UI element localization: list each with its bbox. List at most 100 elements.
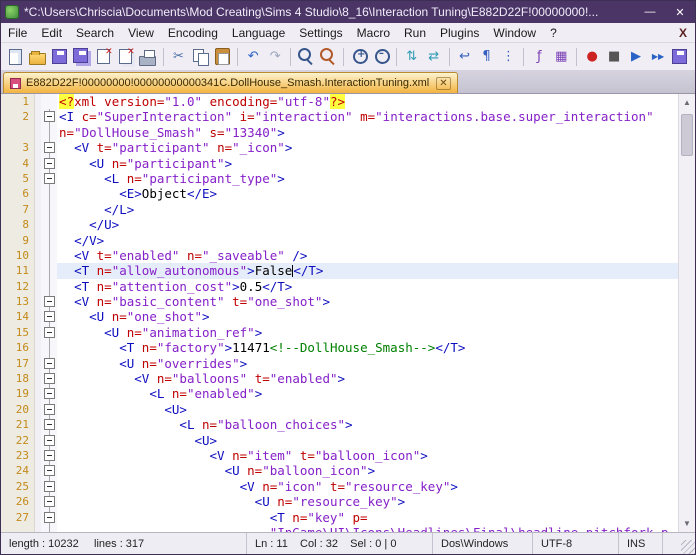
fold-toggle[interactable] [41,417,57,432]
menu-edit[interactable]: Edit [34,24,69,42]
code-line[interactable]: 3 <V t="participant" n="_icon"> [1,140,678,155]
code-line[interactable]: 12 <T n="attention_cost">0.5</T> [1,279,678,294]
code-line[interactable]: "InGame\UI\Icons\Headlines\Final\headlin… [1,525,678,532]
redo-icon[interactable]: ↷ [265,47,285,67]
fold-collapse-icon[interactable] [44,496,55,507]
code-line[interactable]: 17 <U n="overrides"> [1,356,678,371]
code-line[interactable]: 13 <V n="basic_content" t="one_shot"> [1,294,678,309]
fold-collapse-icon[interactable] [44,158,55,169]
zoom-out-icon[interactable] [371,47,391,67]
fold-collapse-icon[interactable] [44,512,55,523]
menu-file[interactable]: File [1,24,34,42]
paste-icon[interactable] [212,47,232,67]
resize-grip[interactable] [663,533,695,554]
fold-collapse-icon[interactable] [44,465,55,476]
save-macro-icon[interactable] [670,47,690,67]
tab-document[interactable]: E882D22F!00000000!00000000000341C.DollHo… [3,72,458,93]
fold-collapse-icon[interactable] [44,404,55,415]
fold-collapse-icon[interactable] [44,419,55,430]
cut-icon[interactable]: ✂ [169,47,189,67]
code-line[interactable]: 25 <V n="icon" t="resource_key"> [1,479,678,494]
vertical-scrollbar[interactable]: ▲ ▼ [678,94,695,532]
menu-plugins[interactable]: Plugins [433,24,486,42]
undo-icon[interactable]: ↶ [243,47,263,67]
code-line[interactable]: 23 <V n="item" t="balloon_icon"> [1,448,678,463]
fold-collapse-icon[interactable] [44,450,55,461]
fold-collapse-icon[interactable] [44,111,55,122]
save-all-icon[interactable] [72,47,92,67]
fold-collapse-icon[interactable] [44,435,55,446]
show-all-chars-icon[interactable]: ¶ [477,47,497,67]
code-line[interactable]: 11 <T n="allow_autonomous">False</T> [1,263,678,278]
fold-toggle[interactable] [41,325,57,340]
fold-toggle[interactable] [41,371,57,386]
code-line[interactable]: 14 <U n="one_shot"> [1,309,678,324]
play-macro-icon[interactable]: ▶ [626,47,646,67]
code-line[interactable]: 19 <L n="enabled"> [1,386,678,401]
fold-toggle[interactable] [41,140,57,155]
code-line[interactable]: 18 <V n="balloons" t="enabled"> [1,371,678,386]
code-line[interactable]: 27 <T n="key" p= [1,510,678,525]
code-line[interactable]: 20 <U> [1,402,678,417]
fold-collapse-icon[interactable] [44,388,55,399]
fold-toggle[interactable] [41,494,57,509]
minimize-button[interactable]: — [635,1,665,23]
indent-guide-icon[interactable]: ⋮ [498,47,518,67]
fold-toggle[interactable] [41,510,57,525]
menu-macro[interactable]: Macro [350,24,397,42]
code-line[interactable]: 10 <V t="enabled" n="_saveable" /> [1,248,678,263]
code-line[interactable]: 4 <U n="participant"> [1,156,678,171]
code-line[interactable]: 9 </V> [1,233,678,248]
scrollbar-down-arrow-icon[interactable]: ▼ [679,515,695,532]
code-line[interactable]: 24 <U n="balloon_icon"> [1,463,678,478]
fold-collapse-icon[interactable] [44,311,55,322]
menu-encoding[interactable]: Encoding [161,24,225,42]
fold-toggle[interactable] [41,294,57,309]
copy-icon[interactable] [190,47,210,67]
fold-toggle[interactable] [41,463,57,478]
fold-toggle[interactable] [41,109,57,124]
fold-toggle[interactable] [41,448,57,463]
code-line[interactable]: 22 <U> [1,433,678,448]
find-icon[interactable] [296,47,316,67]
open-folder-icon[interactable] [28,47,48,67]
print-icon[interactable] [138,47,158,67]
editor-area[interactable]: 1<?xml version="1.0" encoding="utf-8"?>2… [1,94,695,532]
code-line[interactable]: 8 </U> [1,217,678,232]
fold-toggle[interactable] [41,402,57,417]
zoom-in-icon[interactable] [349,47,369,67]
fold-toggle[interactable] [41,171,57,186]
fold-toggle[interactable] [41,479,57,494]
code-line[interactable]: 21 <L n="balloon_choices"> [1,417,678,432]
sync-horizontal-icon[interactable]: ⇄ [424,47,444,67]
menu-search[interactable]: Search [69,24,121,42]
fold-toggle[interactable] [41,386,57,401]
record-macro-icon[interactable]: ● [582,47,602,67]
sync-vertical-icon[interactable]: ⇅ [402,47,422,67]
menu-settings[interactable]: Settings [292,24,349,42]
scrollbar-thumb[interactable] [681,114,693,156]
scrollbar-track[interactable] [679,111,695,515]
code-line[interactable]: 2<I c="SuperInteraction" i="interaction"… [1,109,678,124]
stop-macro-icon[interactable]: ■ [604,47,624,67]
fold-collapse-icon[interactable] [44,142,55,153]
fold-collapse-icon[interactable] [44,481,55,492]
menu-close-document-button[interactable]: X [679,26,687,40]
close-button[interactable]: ✕ [665,1,695,23]
fold-collapse-icon[interactable] [44,327,55,338]
fold-toggle[interactable] [41,156,57,171]
fold-toggle[interactable] [41,356,57,371]
menu-run[interactable]: Run [397,24,433,42]
new-file-icon[interactable] [6,47,26,67]
tab-close-icon[interactable]: ✕ [436,77,450,90]
code-line[interactable]: 6 <E>Object</E> [1,186,678,201]
fold-collapse-icon[interactable] [44,296,55,307]
fold-toggle[interactable] [41,433,57,448]
menu-view[interactable]: View [121,24,161,42]
code-line[interactable]: 15 <U n="animation_ref"> [1,325,678,340]
fold-collapse-icon[interactable] [44,373,55,384]
run-macro-multiple-icon[interactable]: ▶▶ [648,47,668,67]
word-wrap-icon[interactable]: ↩ [455,47,475,67]
fold-collapse-icon[interactable] [44,358,55,369]
code-line[interactable]: 7 </L> [1,202,678,217]
